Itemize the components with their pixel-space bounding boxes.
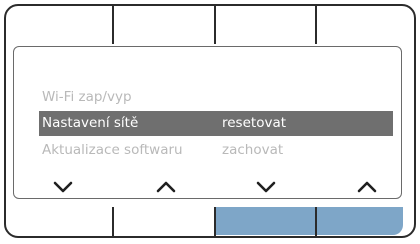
chevron-down-icon [53,181,73,193]
nav-down-button-1[interactable] [51,179,75,195]
bottom-softkey-divider-1 [112,207,114,236]
menu-item-software-update[interactable]: Aktualizace softwaru zachovat [14,138,401,163]
nav-up-button-1[interactable] [154,179,178,195]
softkey-bottom-4[interactable] [317,207,403,235]
menu-item-value: zachovat [222,142,284,158]
top-softkey-divider-2 [214,6,216,44]
menu-item-label: Aktualizace softwaru [42,142,183,158]
nav-up-button-2[interactable] [355,179,379,195]
chevron-up-icon [357,181,377,193]
top-softkey-divider-3 [315,6,317,44]
bottom-softkey-divider-3 [315,207,317,236]
display-screen: Wi-Fi zap/vyp Nastavení sítě resetovat A… [13,46,402,199]
chevron-up-icon [156,181,176,193]
menu-item-value: resetovat [222,115,287,131]
nav-down-button-2[interactable] [254,179,278,195]
bottom-softkey-divider-2 [214,207,216,236]
menu-item-label: Nastavení sítě [42,115,139,131]
menu-item-network-settings[interactable]: Nastavení sítě resetovat [39,111,393,136]
top-softkey-divider-1 [112,6,114,44]
softkey-bottom-3[interactable] [216,207,315,235]
chevron-down-icon [256,181,276,193]
menu-item-label: Wi-Fi zap/vyp [42,89,132,105]
menu-item-wifi[interactable]: Wi-Fi zap/vyp [14,85,401,110]
